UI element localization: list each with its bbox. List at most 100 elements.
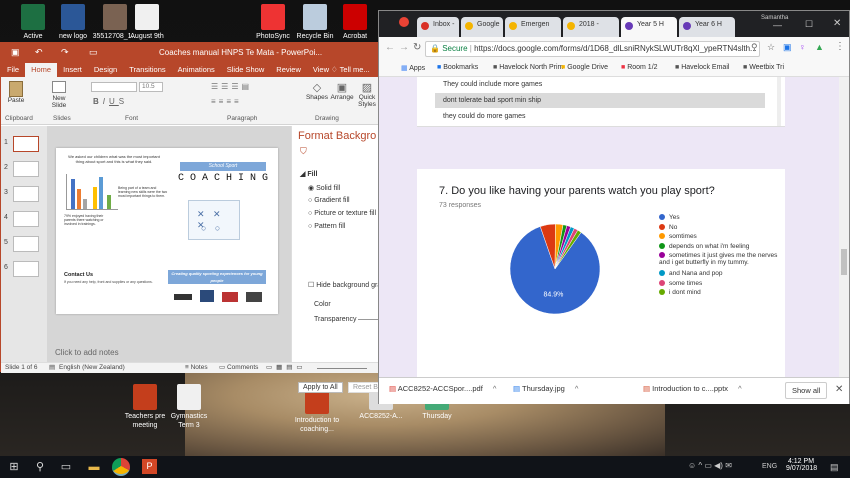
forward-icon[interactable]: → [399,42,409,53]
font-name-select[interactable] [91,82,137,92]
maximize-icon[interactable]: ☐ [805,19,813,30]
bookmark-item[interactable]: ■ Room 1/2 [621,64,658,71]
clock[interactable]: 4:12 PM 9/07/2018 [786,458,817,472]
close-downloads-icon[interactable]: ✕ [835,384,843,395]
paragraph-buttons[interactable]: ☰☰☰▤ [211,82,252,91]
minimize-icon[interactable]: — [773,20,782,30]
extension-icon[interactable]: ♀ [799,42,806,52]
bookmark-item[interactable]: ■ Weetbix Tri [743,64,784,71]
save-icon[interactable]: ▣ [11,47,20,58]
reload-icon[interactable]: ↻ [413,42,421,53]
chrome-taskbar-icon[interactable] [112,458,130,476]
zoom-icon[interactable]: ⚲ [751,42,758,53]
ppt-tab-transitions[interactable]: Transitions [123,63,171,77]
spellcheck-icon[interactable]: ▤ [49,363,55,373]
slide-thumbnail[interactable] [13,161,39,177]
fill-option[interactable]: ○ Gradient fill [308,197,350,204]
fill-option[interactable]: ○ Picture or texture fill [308,210,376,217]
close-icon[interactable]: ✕ [833,18,841,29]
slide-thumbnail[interactable] [13,186,39,202]
star-icon[interactable]: ☆ [767,42,775,53]
browser-tab[interactable]: Year 5 H [621,17,677,37]
desktop-icon[interactable]: Acrobat [330,4,380,41]
desktop-icon[interactable]: Teachers pre meeting [120,384,170,430]
legend-swatch [659,289,665,296]
extension-icon[interactable]: ▣ [783,42,792,53]
slide-thumbnail[interactable] [13,261,39,277]
browser-tab[interactable]: Year 6 H [679,17,735,37]
shapes-button[interactable]: ◇ Shapes [305,81,329,101]
alignment-buttons[interactable]: ≡≡≡≡ [211,97,242,106]
browser-tab[interactable]: 2018 - [563,17,619,37]
download-item[interactable]: ▤ Introduction to c....pptx ^ [643,384,742,393]
show-all-button[interactable]: Show all [785,382,828,399]
ppt-tab-home[interactable]: Home [25,63,58,77]
extension-icon[interactable]: ▲ [815,42,824,52]
ppt-tab-slide-show[interactable]: Slide Show [221,63,271,77]
browser-tab[interactable]: Inbox - [417,17,459,37]
bookmark-item[interactable]: ■ Havelock Email [675,64,729,71]
start-presentation-icon[interactable]: ▭ [89,47,98,58]
windows-start-icon[interactable]: ⊞ [6,459,22,475]
font-format-buttons[interactable]: BIUS [93,97,128,106]
paste-button[interactable]: Paste [5,81,27,104]
hide-background-checkbox[interactable]: ☐ Hide background gra [308,281,381,289]
desktop-icon[interactable]: August 9th [122,4,172,41]
task-view-icon[interactable]: ▭ [58,459,74,475]
tell-me-box[interactable]: ♢ Tell me... [331,65,370,74]
bookmark-item[interactable]: ■ Havelock North Prim [493,64,563,71]
bookmark-item[interactable]: ■ Bookmarks [437,64,478,71]
legend-label: Yes [669,214,680,221]
ppt-tab-review[interactable]: Review [270,63,307,77]
powerpoint-taskbar-icon[interactable]: P [142,459,157,474]
redo-icon[interactable]: ↷ [61,47,69,58]
apply-to-all-button[interactable]: Apply to All [298,382,343,393]
language-status[interactable]: English (New Zealand) [59,363,125,373]
slide-thumbnail[interactable] [13,236,39,252]
desktop-icon[interactable]: Gymnastics Term 3 [164,384,214,430]
address-bar[interactable]: 🔒 Secure | https://docs.google.com/forms… [425,41,760,57]
slide-thumbnail[interactable] [13,211,39,227]
zoom-slider[interactable] [317,368,367,369]
answers-scrollbar[interactable] [777,77,781,127]
transparency-slider[interactable] [358,319,380,320]
search-icon[interactable]: ⚲ [32,459,48,475]
file-explorer-icon[interactable]: ▬ [86,459,102,475]
notes-placeholder[interactable]: Click to add notes [55,348,119,357]
ppt-tab-insert[interactable]: Insert [57,63,88,77]
partial-tab-favicon[interactable] [399,17,409,27]
undo-icon[interactable]: ↶ [35,47,43,58]
font-size-select[interactable]: 10.5 [139,82,163,92]
ppt-tab-file[interactable]: File [1,63,25,77]
fill-option[interactable]: ○ Pattern fill [308,223,345,230]
view-buttons[interactable]: ▭▦▤▭ [266,363,307,373]
notes-toggle[interactable]: ≡ Notes [185,363,208,373]
menu-icon[interactable]: ⋮ [835,41,845,52]
paint-bucket-icon[interactable]: ⛉ [300,146,307,157]
browser-tab[interactable]: Emergen [505,17,561,37]
quick-styles-button[interactable]: ▨ Quick Styles [355,81,379,108]
input-language[interactable]: ENG [762,463,777,470]
fill-option[interactable]: ◉ Solid fill [308,184,340,192]
reset-background-button[interactable]: Reset Bac [348,382,380,393]
system-tray-icons[interactable]: ☺ ^ ▭ ◀) ✉ [688,461,732,470]
ppt-tab-design[interactable]: Design [88,63,123,77]
download-item[interactable]: ▤ ACC8252-ACCSpor....pdf ^ [389,384,496,393]
download-item[interactable]: ▤ Thursday.jpg ^ [513,384,578,393]
page-scrollbar[interactable] [839,77,849,377]
ppt-tab-animations[interactable]: Animations [172,63,221,77]
slide-thumbnail[interactable] [13,136,39,152]
back-icon[interactable]: ← [385,42,395,53]
notifications-icon[interactable]: ▤ [830,462,839,473]
bookmark-item[interactable]: ▦ Apps [401,64,425,72]
fill-section[interactable]: ◢ Fill [300,170,317,178]
browser-tab[interactable]: Google [461,17,503,37]
desktop-icon[interactable]: Introduction to coaching... [292,388,342,434]
arrange-button[interactable]: ▣ Arrange [329,81,355,101]
scrollbar-thumb[interactable] [841,249,847,275]
current-slide[interactable]: We asked our children what was the most … [56,148,278,314]
bookmark-item[interactable]: ■ Google Drive [561,64,608,71]
comments-toggle[interactable]: ▭ Comments [219,363,258,373]
new-slide-button[interactable]: New Slide [45,81,73,109]
lock-icon: 🔒 [430,44,443,53]
